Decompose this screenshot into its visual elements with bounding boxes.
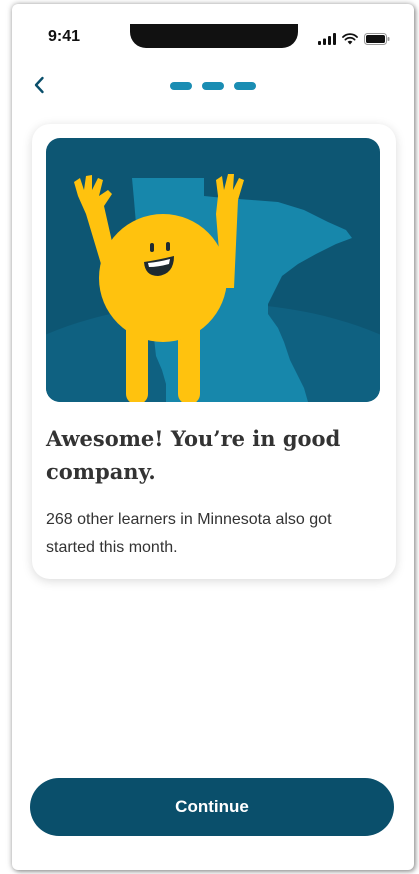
mascot-illustration — [46, 138, 380, 402]
top-navigation — [12, 70, 414, 104]
wifi-icon — [342, 32, 358, 50]
card-title: Awesome! You’re in good company. — [46, 426, 341, 484]
phone-screen: 9:41 Awesome! You’re in good company. 26… — [12, 4, 414, 870]
continue-button[interactable]: Continue — [30, 778, 394, 836]
device-notch — [130, 24, 298, 48]
info-card: Awesome! You’re in good company. 268 oth… — [32, 124, 396, 579]
battery-icon — [364, 32, 390, 50]
progress-step — [170, 82, 192, 90]
cellular-signal-icon — [318, 32, 336, 50]
progress-step — [234, 82, 256, 90]
status-icons — [318, 32, 390, 50]
status-time: 9:41 — [48, 28, 81, 45]
status-bar: 9:41 — [12, 4, 414, 54]
progress-step — [202, 82, 224, 90]
back-button[interactable] — [26, 74, 52, 100]
progress-indicator — [170, 82, 256, 90]
card-description: 268 other learners in Minnesota also got… — [46, 511, 332, 556]
chevron-left-icon — [33, 76, 45, 99]
